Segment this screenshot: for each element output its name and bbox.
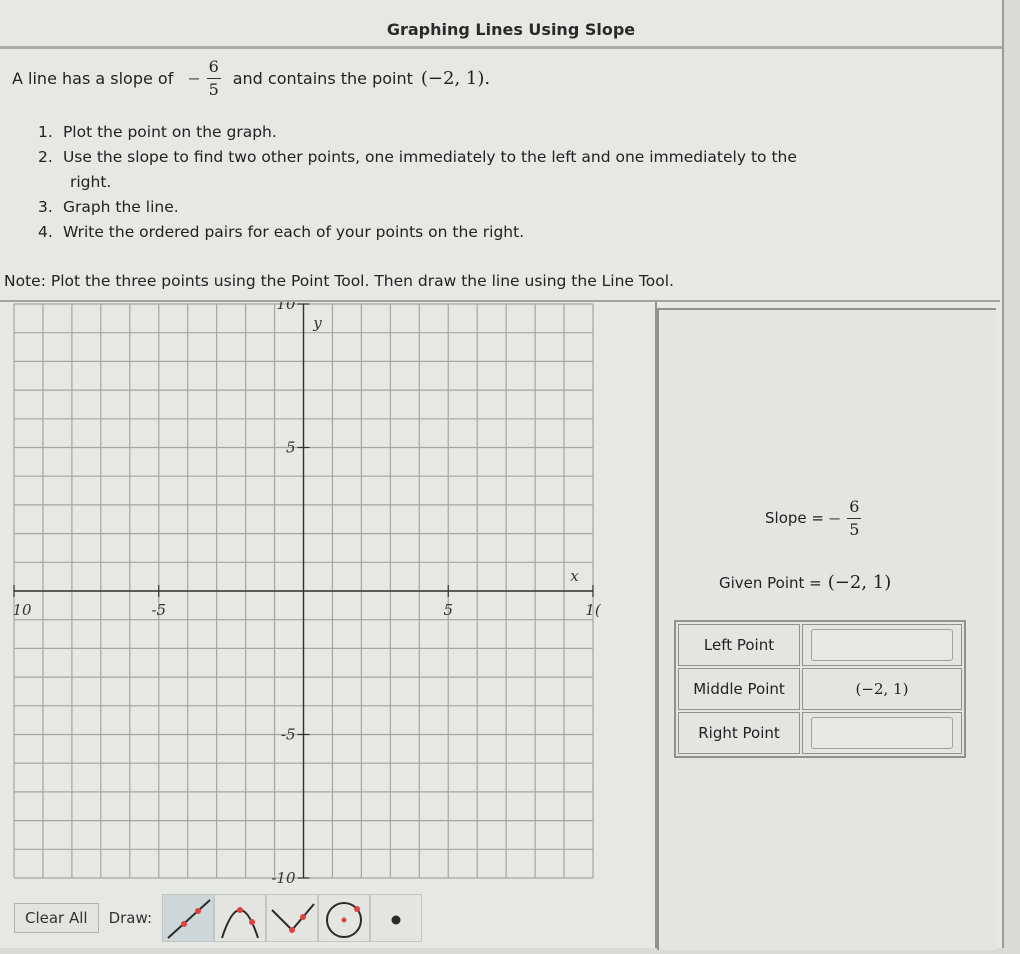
- slope-fraction: 6 5: [206, 57, 221, 99]
- x-tick-label: 10: [12, 601, 32, 619]
- left-point-input[interactable]: [811, 629, 953, 661]
- x-axis-label: x: [570, 567, 579, 585]
- draw-label: Draw:: [108, 909, 153, 927]
- step-text: Write the ordered pairs for each of your…: [62, 223, 525, 241]
- intro-middle: and contains the point: [232, 68, 413, 88]
- given-point: (−2, 1).: [420, 67, 491, 89]
- point-tool[interactable]: [370, 894, 423, 942]
- y-tick-label: -10: [271, 869, 296, 887]
- step-item: 2. Use the slope to find two other point…: [38, 145, 797, 195]
- table-row: Middle Point (−2, 1): [678, 668, 962, 710]
- y-tick-label: -5: [281, 726, 296, 744]
- step-text: Use the slope to find two other points, …: [62, 148, 797, 166]
- title-bar: Graphing Lines Using Slope: [0, 14, 1002, 49]
- parabola-icon: [221, 907, 259, 939]
- right-point-input[interactable]: [811, 717, 953, 749]
- right-point-cell: [802, 712, 962, 754]
- left-point-label: Left Point: [678, 624, 800, 666]
- fraction-bar: [847, 517, 862, 519]
- answer-panel: Slope = − 6 5 Given Point = (−2, 1) Left…: [657, 308, 996, 950]
- middle-point-label: Middle Point: [678, 668, 800, 710]
- clear-all-button[interactable]: Clear All: [14, 903, 99, 933]
- fraction-bar: [206, 77, 221, 79]
- step-item: 3. Graph the line.: [38, 195, 797, 220]
- slope-fraction: 6 5: [847, 497, 862, 539]
- step-text: Plot the point on the graph.: [62, 123, 277, 141]
- coordinate-grid[interactable]: 10 -5 5 1( 10 5 -5 -10 x y: [0, 302, 655, 892]
- slope-denominator: 5: [208, 79, 219, 99]
- slope-numerator: 6: [208, 57, 219, 76]
- x-tick-label: 5: [443, 601, 453, 619]
- slope-sign: −: [827, 508, 842, 528]
- table-row: Left Point: [678, 624, 962, 666]
- parabola-tool[interactable]: [214, 894, 267, 942]
- slope-display: Slope = − 6 5: [765, 498, 867, 538]
- middle-point-value: (−2, 1): [802, 668, 962, 710]
- left-point-cell: [802, 624, 962, 666]
- problem-prompt: A line has a slope of − 6 5 and contains…: [0, 50, 1000, 302]
- x-tick-label: 1(: [585, 601, 602, 619]
- y-axis-label: y: [312, 314, 322, 332]
- page: Graphing Lines Using Slope A line has a …: [0, 0, 1004, 950]
- graph-area: 10 -5 5 1( 10 5 -5 -10 x y Clear All Draw:: [0, 302, 657, 948]
- problem-intro: A line has a slope of − 6 5 and contains…: [12, 58, 490, 98]
- absolute-value-tool[interactable]: [266, 894, 319, 942]
- circle-tool[interactable]: [318, 894, 371, 942]
- line-tool[interactable]: [162, 894, 215, 942]
- slope-sign: −: [187, 68, 201, 88]
- step-number: 3.: [38, 198, 53, 216]
- right-point-label: Right Point: [678, 712, 800, 754]
- given-point-value: (−2, 1): [827, 572, 892, 593]
- step-text: Graph the line.: [62, 198, 179, 216]
- page-title: Graphing Lines Using Slope: [386, 20, 636, 39]
- step-number: 1.: [38, 123, 53, 141]
- line-icon: [167, 899, 211, 939]
- absolute-value-icon: [271, 903, 315, 933]
- intro-prefix: A line has a slope of: [12, 68, 174, 88]
- given-point-display: Given Point = (−2, 1): [719, 572, 891, 593]
- step-number: 4.: [38, 223, 53, 241]
- draw-toolbar: Clear All Draw:: [14, 894, 423, 942]
- point-icon: [391, 915, 401, 925]
- step-item: 1. Plot the point on the graph.: [38, 120, 797, 145]
- note-text: Note: Plot the three points using the Po…: [4, 272, 674, 290]
- table-row: Right Point: [678, 712, 962, 754]
- slope-denominator: 5: [849, 519, 860, 539]
- circle-icon: [326, 902, 363, 938]
- given-point-label: Given Point =: [719, 573, 822, 592]
- y-tick-label: 5: [286, 439, 296, 457]
- y-tick-label: 10: [276, 302, 296, 313]
- x-tick-label: -5: [151, 601, 166, 619]
- slope-numerator: 6: [849, 497, 860, 516]
- step-item: 4. Write the ordered pairs for each of y…: [38, 220, 797, 245]
- instruction-steps: 1. Plot the point on the graph. 2. Use t…: [38, 120, 797, 245]
- points-table: Left Point Middle Point (−2, 1) Right Po…: [674, 620, 966, 758]
- slope-label: Slope =: [765, 509, 824, 528]
- step-number: 2.: [38, 148, 53, 166]
- step-text-continued: right.: [70, 173, 112, 191]
